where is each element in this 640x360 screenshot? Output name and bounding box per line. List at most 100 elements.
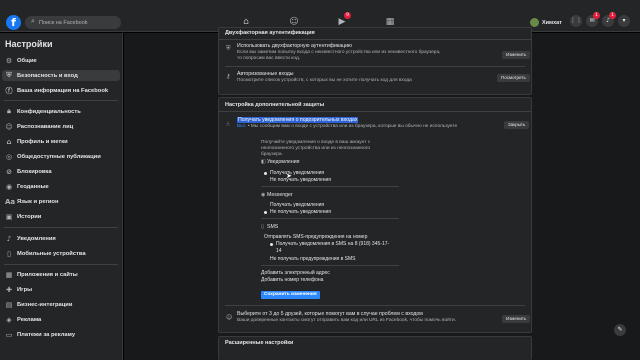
divider — [225, 66, 525, 67]
shield-icon: ⛨ — [6, 71, 12, 79]
new-message-icon[interactable]: ✎ — [614, 324, 626, 336]
sms-number-label[interactable]: Получать уведомления в SMS на 8 (918) 34… — [276, 241, 389, 247]
notifications-on-label[interactable]: Получать уведомления — [270, 170, 324, 176]
sidebar-item-blocking[interactable]: ⊘ Блокировка — [2, 166, 120, 177]
divider — [219, 39, 531, 40]
notifications-off-label[interactable]: Не получать уведомления — [270, 177, 331, 183]
block-icon: ⊘ — [6, 167, 12, 176]
location-icon: ◉ — [5, 182, 13, 191]
messenger-icon: ◉ — [261, 192, 266, 198]
messenger-on-label[interactable]: Получать уведомления — [270, 202, 324, 208]
sidebar-divider — [4, 264, 118, 265]
login-alerts-title: Получать уведомления о подозрительных вх… — [237, 117, 359, 123]
messenger-icon[interactable]: ✉ 1 — [586, 12, 600, 27]
authorized-logins-title: Авторизованные входы — [237, 71, 294, 77]
advanced-settings-card: Расширенные настройки — [218, 336, 532, 360]
sidebar-item-face-recognition[interactable]: ☺ Распознавание лиц — [2, 121, 120, 132]
authorized-logins-desc: Посмотрите список устройств, с которых в… — [237, 78, 412, 83]
menu-grid-icon[interactable]: ⋮⋮ — [570, 15, 582, 27]
trusted-contacts-icon: ☺ — [226, 314, 233, 321]
search-input[interactable] — [39, 18, 117, 27]
stories-icon: ▣ — [5, 212, 13, 221]
authorized-logins-view-button[interactable]: Посмотреть — [497, 74, 530, 82]
sms-off-label[interactable]: Не получать предупреждения в SMS — [270, 256, 356, 262]
trusted-contacts-desc: Ваши доверенные контакты смогут отправит… — [237, 318, 457, 323]
add-phone-link[interactable]: Добавить номер телефона — [261, 277, 323, 283]
sms-icon: ▯ — [261, 224, 264, 230]
trusted-contacts-edit-button[interactable]: Изменить — [502, 315, 531, 323]
sidebar-item-apps[interactable]: ▦ Приложения и сайты — [2, 269, 120, 280]
section-title-two-factor: Двухфакторная аутентификация — [225, 30, 315, 36]
sms-send-label[interactable]: Отправлять SMS-предупреждения на номер — [264, 234, 367, 240]
save-changes-button[interactable]: Сохранить изменения — [261, 291, 320, 299]
sidebar-item-location[interactable]: ◉ Геоданные — [2, 181, 120, 192]
mobile-icon: ▯ — [7, 249, 11, 258]
face-icon: ☺ — [5, 122, 13, 131]
two-factor-edit-button[interactable]: Изменить — [502, 51, 531, 59]
two-factor-desc-2: то попросим вас ввести код. — [237, 56, 301, 61]
key-icon: ⚷ — [226, 73, 231, 80]
messenger-off-label[interactable]: Не получать уведомления — [270, 209, 331, 215]
bell-icon: ♪ — [6, 234, 12, 243]
notifications-icon: ◧ — [261, 159, 266, 165]
avatar — [530, 18, 539, 27]
two-factor-card: Двухфакторная аутентификация ⛨ Использов… — [218, 27, 532, 95]
sidebar-item-notifications[interactable]: ♪ Уведомления — [2, 233, 120, 244]
notifications-bell-icon[interactable]: ♪ 1 — [602, 12, 616, 27]
sidebar-item-games[interactable]: ✚ Игры — [2, 284, 120, 295]
search-box[interactable]: ⌕ — [25, 16, 121, 29]
globe-icon: ◎ — [5, 152, 13, 161]
add-email-link[interactable]: Добавить электронный адрес — [261, 270, 330, 276]
sidebar-item-public-posts[interactable]: ◎ Общедоступные публикации — [2, 151, 120, 162]
messenger-off-radio[interactable] — [264, 211, 267, 214]
notifications-badge: 1 — [609, 12, 616, 19]
divider — [261, 186, 399, 187]
two-factor-title: Использовать двухфакторную аутентификаци… — [237, 43, 352, 49]
sidebar-item-mobile[interactable]: ▯ Мобильные устройства — [2, 248, 120, 259]
divider — [225, 305, 525, 306]
profile-name: Химхат — [542, 19, 562, 26]
section-title-extra-protection: Настройка дополнительной защиты — [225, 102, 325, 108]
sidebar-divider — [4, 100, 118, 101]
sidebar-item-ads[interactable]: ◈ Реклама — [2, 314, 120, 325]
sidebar-item-security[interactable]: ⛨ Безопасность и вход — [2, 70, 120, 81]
shield-icon: ⛨ — [226, 45, 231, 52]
ads-icon: ◈ — [6, 315, 12, 324]
trusted-contacts-title: Выберите от 3 до 5 друзей, которые помог… — [237, 311, 423, 317]
sidebar-item-your-info[interactable]: ⓕ Ваша информация на Facebook — [2, 85, 120, 96]
sidebar-item-privacy[interactable]: 🔒︎ Конфиденциальность — [2, 106, 120, 117]
search-icon: ⌕ — [31, 18, 35, 25]
game-icon: ✚ — [6, 285, 12, 294]
sms-number-checkbox[interactable] — [270, 243, 273, 246]
profile-shortcut[interactable]: Химхат — [530, 17, 562, 28]
section-title-advanced: Расширенные настройки — [225, 340, 294, 346]
sidebar-item-business[interactable]: ▤ Бизнес-интеграции — [2, 299, 120, 310]
business-icon: ▤ — [5, 300, 13, 309]
sidebar-item-language[interactable]: Aa Язык и регион — [2, 196, 120, 207]
tag-icon: ⌂ — [6, 137, 12, 146]
facebook-icon: ⓕ — [5, 86, 13, 95]
alerts-explain-3: браузера. — [261, 152, 283, 157]
notifications-heading: Уведомления — [267, 159, 300, 165]
sidebar-item-ad-payments[interactable]: ▭ Платежи за рекламу — [2, 329, 120, 340]
notifications-on-radio[interactable] — [264, 172, 267, 175]
extra-protection-card: Настройка дополнительной защиты ☝ Получа… — [218, 97, 532, 333]
settings-sidebar: Настройки ⚙ Общие ⛨ Безопасность и вход ⓕ В… — [0, 33, 123, 360]
facebook-logo-icon[interactable]: f — [6, 15, 21, 30]
login-alerts-desc: Вкл. • Мы сообщим вам о входе с устройст… — [237, 124, 458, 129]
mouse-cursor-icon: ➤ — [286, 172, 292, 180]
messenger-badge: 1 — [593, 12, 600, 19]
divider — [261, 265, 399, 266]
login-alerts-close-button[interactable]: Закрыть — [504, 121, 530, 129]
sidebar-item-profile-tagging[interactable]: ⌂ Профиль и метки — [2, 136, 120, 147]
apps-icon: ▦ — [5, 270, 13, 279]
divider — [219, 111, 531, 112]
sms-number-label-cont: 14 — [276, 248, 282, 254]
sidebar-item-general[interactable]: ⚙ Общие — [2, 55, 120, 66]
sidebar-item-stories[interactable]: ▣ Истории — [2, 211, 120, 222]
gear-icon: ⚙ — [5, 56, 13, 65]
sms-heading: SMS — [267, 224, 279, 230]
alert-icon: ☝ — [226, 121, 230, 128]
account-dropdown-icon[interactable]: ▾ — [618, 15, 630, 27]
messenger-heading: Messenger — [267, 192, 293, 198]
